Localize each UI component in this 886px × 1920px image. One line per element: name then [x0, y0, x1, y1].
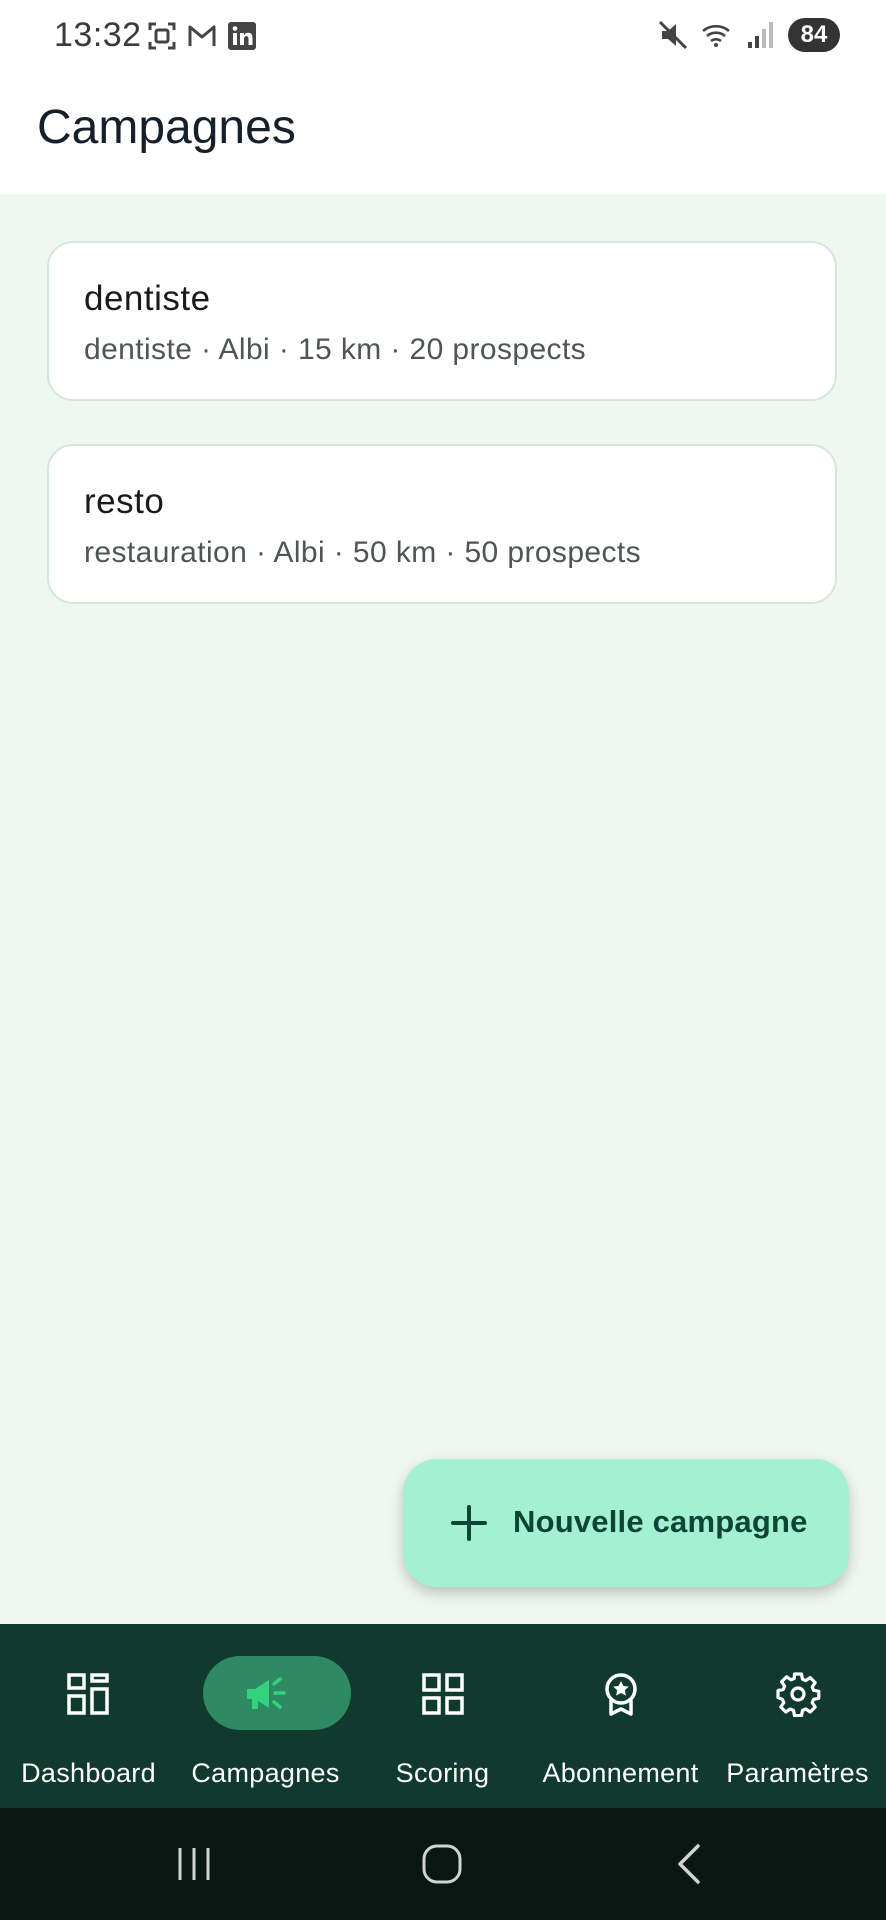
nav-label-scoring: Scoring — [395, 1758, 490, 1788]
signal-icon — [748, 22, 773, 48]
nav-item-dashboard[interactable]: Dashboard — [0, 1624, 177, 1808]
megaphone-icon — [247, 1677, 286, 1709]
campaign-card[interactable]: resto restauration · Albi · 50 km · 50 p… — [47, 444, 837, 604]
back-icon[interactable] — [668, 1842, 712, 1886]
linkedin-icon — [228, 22, 256, 50]
status-left-icons — [146, 20, 258, 52]
nav-label-parametres: Paramètres — [726, 1758, 869, 1788]
battery-level: 84 — [800, 21, 828, 48]
campaign-subtitle: restauration · Albi · 50 km · 50 prospec… — [84, 536, 642, 569]
nav-item-scoring[interactable]: Scoring — [354, 1624, 531, 1808]
plus-icon — [451, 1505, 487, 1541]
campaign-title: dentiste — [84, 279, 211, 318]
page-title: Campagnes — [37, 101, 296, 154]
bottom-nav: Dashboard Campagnes Scoring Abonnement P… — [0, 1624, 886, 1808]
campaign-subtitle: dentiste · Albi · 15 km · 20 prospects — [84, 333, 587, 366]
grid-icon — [422, 1673, 464, 1715]
wifi-icon — [702, 24, 730, 47]
battery-icon: 84 — [788, 18, 840, 52]
home-icon[interactable] — [420, 1842, 464, 1886]
nav-label-campagnes: Campagnes — [191, 1758, 340, 1788]
nav-item-parametres[interactable]: Paramètres — [709, 1624, 886, 1808]
system-nav — [0, 1808, 886, 1920]
gmail-icon — [188, 25, 216, 46]
gear-icon — [776, 1672, 821, 1717]
new-campaign-label: Nouvelle campagne — [513, 1504, 808, 1539]
mute-icon — [658, 20, 688, 50]
new-campaign-button[interactable]: Nouvelle campagne — [403, 1459, 849, 1587]
nav-label-abonnement: Abonnement — [542, 1758, 699, 1788]
nav-label-dashboard: Dashboard — [21, 1758, 156, 1788]
campaign-card[interactable]: dentiste dentiste · Albi · 15 km · 20 pr… — [47, 241, 837, 401]
nav-item-abonnement[interactable]: Abonnement — [532, 1624, 709, 1808]
campaign-title: resto — [84, 482, 165, 521]
status-time: 13:32 — [54, 16, 142, 54]
nav-item-campagnes[interactable]: Campagnes — [177, 1624, 354, 1808]
recents-icon[interactable] — [172, 1842, 216, 1886]
status-bar: 13:32 84 — [0, 0, 886, 72]
status-right-icons: 84 — [656, 18, 840, 52]
app-header: Campagnes — [0, 72, 886, 194]
dashboard-icon — [67, 1673, 109, 1715]
screenshot-icon — [148, 22, 176, 50]
badge-icon — [605, 1673, 637, 1716]
